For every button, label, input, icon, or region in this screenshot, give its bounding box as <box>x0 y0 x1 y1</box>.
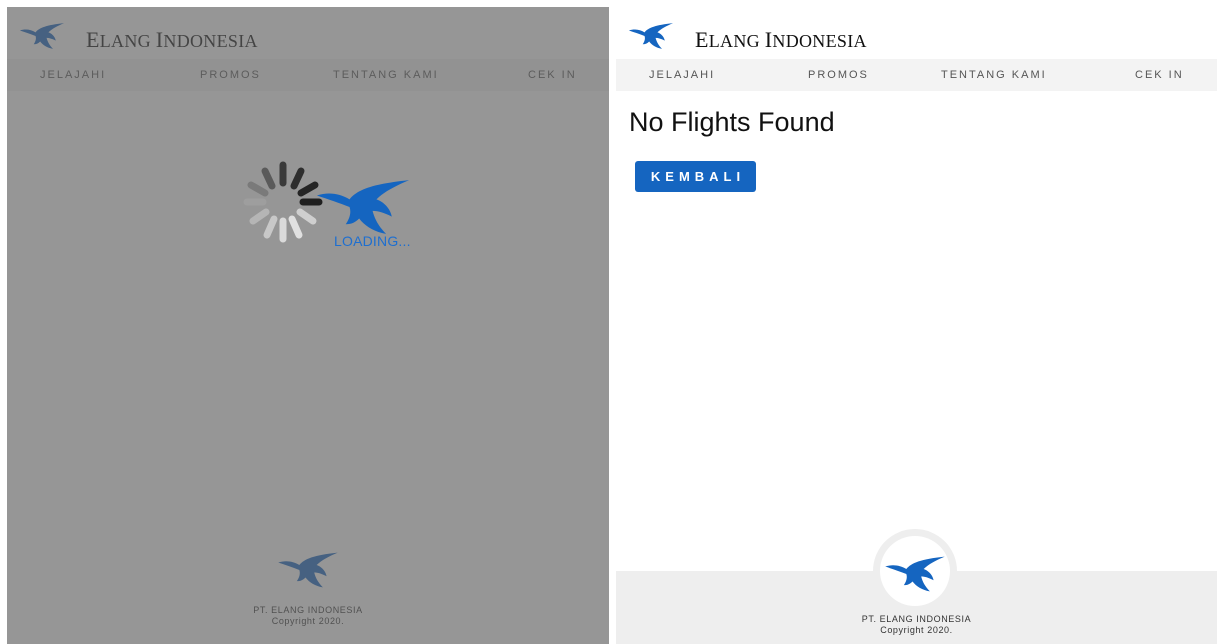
loading-overlay <box>7 7 609 644</box>
footer-text: PT. ELANG INDONESIA Copyright 2020. <box>616 614 1217 636</box>
spinner-icon <box>243 161 323 243</box>
loading-text: LOADING... <box>334 233 411 249</box>
page-title: No Flights Found <box>629 107 835 137</box>
eagle-footer-icon <box>884 555 946 593</box>
loading-indicator: LOADING... <box>239 157 419 267</box>
nav-cek-in[interactable]: CEK IN <box>1135 69 1184 81</box>
nav-tentang-kami[interactable]: TENTANG KAMI <box>941 69 1047 81</box>
eagle-logo-icon[interactable] <box>628 21 674 51</box>
header: ELANG INDONESIA <box>616 7 1217 59</box>
eagle-loading-icon <box>315 177 411 237</box>
nav-bar: JELAJAHI PROMOS TENTANG KAMI CEK IN <box>616 59 1217 91</box>
loading-screen: ELANG INDONESIA JELAJAHI PROMOS TENTANG … <box>7 7 609 644</box>
footer-company: PT. ELANG INDONESIA <box>861 614 972 624</box>
brand-name[interactable]: ELANG INDONESIA <box>695 27 867 53</box>
footer-copyright: Copyright 2020. <box>880 625 953 635</box>
back-button[interactable]: KEMBALI <box>635 161 756 192</box>
nav-jelajahi[interactable]: JELAJAHI <box>649 69 715 81</box>
results-screen: ELANG INDONESIA JELAJAHI PROMOS TENTANG … <box>616 7 1217 644</box>
nav-promos[interactable]: PROMOS <box>808 69 869 81</box>
